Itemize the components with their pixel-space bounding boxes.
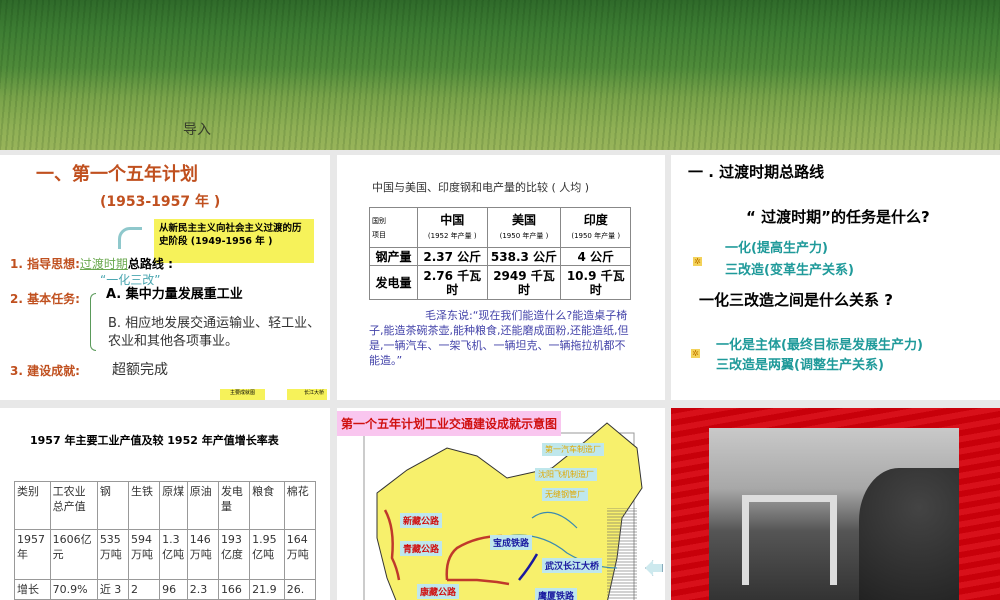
label-kangzang: 康藏公路: [417, 584, 460, 599]
callout-note: 从新民主主义向社会主义过渡的历史阶段 (1949-1956 年 ): [154, 219, 314, 263]
table-row: 发电量 2.76 千瓦时 2949 千瓦时 10.9 千瓦时: [369, 265, 631, 300]
label-plane: 沈阳飞机制造厂: [535, 468, 597, 481]
table-cell: 工农业总产值: [49, 481, 98, 530]
slide-photo[interactable]: [671, 408, 1000, 600]
mao-quote: 毛泽东说:“现在我们能造什么?能造桌子椅子,能造茶碗茶壶,能种粮食,还能磨成面粉…: [369, 309, 629, 367]
table-cell: 1606亿元: [49, 529, 98, 580]
label-pipe: 无缝钢管厂: [542, 488, 588, 501]
item1-label: 1. 指导思想:: [10, 257, 80, 271]
table-cell: 生铁: [127, 481, 161, 530]
table-cell: 增长: [14, 579, 51, 600]
slide-first-five-year-plan[interactable]: 一、第一个五年计划 (1953-1957 年 ) 从新民主主义向社会主义过渡的历…: [0, 155, 330, 400]
table-row: 1957年 1606亿元 535万吨 594万吨 1.3亿吨 146万吨 193亿度 1.95…: [14, 529, 317, 580]
slide-title: 一、第一个五年计划: [36, 164, 198, 185]
answer-2b: 三改造是两翼(调整生产关系): [716, 358, 884, 373]
intro-label: 导入: [183, 122, 211, 138]
slide-title: 一 . 过渡时期总路线: [688, 163, 825, 181]
brace: [90, 293, 96, 351]
question-1: “ 过渡时期”的任务是什么?: [746, 208, 930, 226]
item3-label: 3. 建设成就:: [10, 364, 80, 378]
slide-achievement-map[interactable]: 第一个五年计划工业交通建设成就示意图 第一汽车制造厂 沈阳飞机制造厂 无缝钢管厂…: [337, 408, 665, 600]
question-2: 一化三改造之间是什么关系 ?: [699, 291, 893, 309]
slide-production-comparison[interactable]: 中国与美国、印度钢和电产量的比较 ( 人均 ) 国别项目 中国 (1952 年产量…: [337, 155, 665, 400]
archway: [742, 495, 837, 585]
col-note: (1950 年产量 ): [499, 231, 549, 240]
table-cell: 1.3亿吨: [159, 529, 188, 580]
comparison-table: 国别项目 中国 (1952 年产量 ) 美国 (1950 年产量 ) 印度 (1950…: [369, 207, 631, 300]
slide-intro[interactable]: 导入: [0, 0, 1000, 150]
corner-bottom: 项目: [372, 230, 386, 239]
label-baocheng: 宝成铁路: [490, 535, 533, 550]
task-b: B. 相应地发展交通运输业、轻工业、农业和其他各项事业。: [108, 316, 321, 349]
bullet-icon: ✲: [691, 349, 700, 358]
table-cell: 26.: [283, 579, 317, 600]
slide-production-table[interactable]: 1957 年主要工业产值及较 1952 年产值增长率表 类别 工农业总产值钢生铁原…: [0, 408, 330, 600]
table-cell: 164万吨: [283, 529, 317, 580]
table-row: 钢产量 2.37 公斤 538.3 公斤 4 公斤: [369, 247, 631, 266]
table-cell: 类别: [14, 481, 51, 530]
task-a: A. 集中力量发展重工业: [106, 287, 243, 302]
comparison-title: 中国与美国、印度钢和电产量的比较 ( 人均 ): [372, 181, 590, 194]
table-cell: 粮食: [249, 481, 285, 530]
table-cell: 发电量: [217, 481, 251, 530]
item1-sub: “一化三改”: [100, 273, 161, 287]
table-row: 增长 70.9% 近 3 2 96 2.3 166 21.9 26.: [14, 579, 317, 600]
table-cell: 2.3: [186, 579, 219, 600]
label-wuhan: 武汉长江大桥: [542, 558, 603, 573]
answer-1a: 一化(提高生产力): [725, 241, 828, 256]
bullet-icon: ✲: [693, 257, 702, 266]
table-cell: 1957年: [14, 529, 51, 580]
table-title: 1957 年主要工业产值及较 1952 年产值增长率表: [30, 434, 279, 447]
years: (1953-1957 年 ): [100, 194, 221, 210]
item2-label: 2. 基本任务:: [10, 292, 80, 306]
corner-top: 国别: [372, 216, 386, 225]
production-table: 类别 工农业总产值钢生铁 原煤 原油 发电量 粮食 棉花 1957年 1606亿元 535万吨 5…: [14, 481, 317, 600]
col-note: (1952 年产量 ): [427, 231, 477, 240]
map-title: 第一个五年计划工业交通建设成就示意图: [337, 411, 562, 436]
table-cell: 535万吨: [96, 529, 129, 580]
col-note: (1950 年产量 ): [571, 231, 621, 240]
table-cell: 70.9%: [49, 579, 98, 600]
table-cell: 146万吨: [186, 529, 219, 580]
table-cell: 钢: [96, 481, 129, 530]
table-header: 类别 工农业总产值钢生铁 原煤 原油 发电量 粮食 棉花: [14, 481, 317, 530]
col-name: 印度: [583, 212, 608, 227]
table-cell: 193亿度: [217, 529, 251, 580]
col-name: 美国: [511, 212, 536, 227]
answer-1b: 三改造(变革生产关系): [725, 263, 854, 278]
item3-value: 超额完成: [112, 362, 168, 378]
table-cell: 1.95亿吨: [249, 529, 285, 580]
china-map: [363, 422, 643, 600]
label-qingzang: 青藏公路: [400, 541, 443, 556]
transition-link[interactable]: 过渡时期: [80, 257, 128, 271]
label-xinzang: 新藏公路: [400, 513, 443, 528]
arrow-icon: [118, 227, 142, 249]
table-cell: 594万吨: [127, 529, 161, 580]
achievement-map-button[interactable]: 主要成就图: [220, 389, 265, 400]
table-cell: 原油: [186, 481, 219, 530]
yangtze-bridge-button[interactable]: 长江大桥: [287, 389, 327, 400]
table-cell: 原煤: [159, 481, 188, 530]
table-cell: 166: [217, 579, 251, 600]
table-cell: 96: [159, 579, 188, 600]
item1-rest: 总路线 :: [127, 257, 173, 271]
answer-2a: 一化是主体(最终目标是发展生产力): [716, 338, 923, 353]
label-auto: 第一汽车制造厂: [542, 443, 604, 456]
table-cell: 棉花: [283, 481, 317, 530]
table-cell: 21.9: [249, 579, 285, 600]
col-name: 中国: [440, 212, 465, 227]
table-cell: 2: [127, 579, 161, 600]
historical-photo: [709, 428, 959, 600]
table-cell: 近 3: [96, 579, 129, 600]
label-yingxia: 鹰厦铁路: [535, 588, 578, 600]
slide-general-line[interactable]: 一 . 过渡时期总路线 “ 过渡时期”的任务是什么? ✲ 一化(提高生产力) 三…: [671, 155, 1000, 400]
